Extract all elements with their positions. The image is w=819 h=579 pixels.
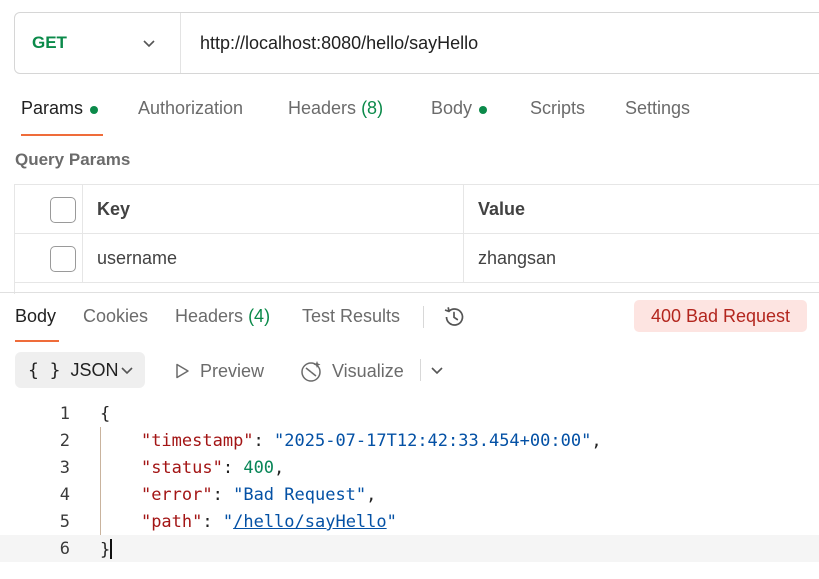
json-quote: " xyxy=(222,512,234,532)
path-link[interactable]: /hello/sayHello xyxy=(233,512,387,532)
visualize-button[interactable]: Visualize xyxy=(299,358,404,384)
tab-headers-label: Headers xyxy=(288,98,357,118)
tab-scripts-label: Scripts xyxy=(530,98,586,118)
json-string-value: "2025-07-17T12:42:33.454+00:00" xyxy=(274,431,592,451)
response-tab-cookies[interactable]: Cookies xyxy=(83,306,148,342)
visualize-label: Visualize xyxy=(332,360,404,381)
request-url-bar: GET xyxy=(14,12,819,74)
json-key: "path" xyxy=(140,512,203,532)
line-number: 6 xyxy=(59,539,70,559)
code-line: 3 "status": 400, xyxy=(0,454,819,481)
param-key: username xyxy=(97,248,178,268)
response-tab-body[interactable]: Body xyxy=(15,306,59,342)
code-text: "timestamp": "2025-07-17T12:42:33.454+00… xyxy=(140,431,602,451)
table-row: username zhangsan xyxy=(15,234,819,283)
code-line: 5 "path": "/hello/sayHello" xyxy=(0,508,819,535)
code-text: "error": "Bad Request", xyxy=(140,485,377,505)
preview-label: Preview xyxy=(200,360,265,381)
method-label: GET xyxy=(32,33,67,52)
tab-authorization[interactable]: Authorization xyxy=(138,98,243,136)
code-text: "status": 400, xyxy=(140,458,285,478)
status-badge: 400 Bad Request xyxy=(634,300,807,332)
body-active-dot xyxy=(479,106,488,114)
param-checkbox[interactable] xyxy=(50,246,76,272)
json-number-value: 400 xyxy=(243,458,275,478)
response-divider[interactable] xyxy=(0,292,819,293)
column-value-header: Value xyxy=(478,199,526,219)
indent-guide xyxy=(100,427,101,535)
query-params-table: Key Value username zhangsan xyxy=(14,184,819,294)
line-number: 1 xyxy=(59,404,70,424)
tab-authorization-label: Authorization xyxy=(138,98,244,118)
toolbar-separator xyxy=(420,359,421,381)
response-body-viewer[interactable]: 1 { 2 "timestamp": "2025-07-17T12:42:33.… xyxy=(0,400,819,579)
select-all-checkbox[interactable] xyxy=(50,197,76,223)
code-line: 4 "error": "Bad Request", xyxy=(0,481,819,508)
tab-settings[interactable]: Settings xyxy=(625,98,690,136)
param-value-cell[interactable]: zhangsan xyxy=(464,234,819,282)
line-number: 5 xyxy=(59,512,70,532)
param-key-cell[interactable]: username xyxy=(83,234,464,282)
json-key: "timestamp" xyxy=(140,431,254,451)
response-headers-count: (4) xyxy=(248,306,271,326)
headers-count: (8) xyxy=(361,98,384,118)
response-tab-body-label: Body xyxy=(15,306,57,326)
query-params-title: Query Params xyxy=(15,150,131,169)
tab-scripts[interactable]: Scripts xyxy=(530,98,585,136)
open-brace: { xyxy=(100,404,111,424)
tab-headers[interactable]: Headers (8) xyxy=(288,98,383,136)
json-key: "error" xyxy=(140,485,213,505)
json-key: "status" xyxy=(140,458,223,478)
column-key-header: Key xyxy=(97,199,131,219)
params-active-dot xyxy=(90,106,99,114)
response-tab-headers[interactable]: Headers (4) xyxy=(175,306,270,342)
chevron-down-icon[interactable] xyxy=(430,363,444,377)
history-icon[interactable] xyxy=(441,304,467,330)
close-brace: } xyxy=(100,540,111,560)
chevron-down-icon xyxy=(143,40,155,48)
line-number: 2 xyxy=(59,431,70,451)
chevron-down-icon xyxy=(121,367,133,375)
text-cursor xyxy=(110,539,113,559)
code-line: 6 } xyxy=(0,535,819,562)
code-text: } xyxy=(100,539,113,560)
code-text: "path": "/hello/sayHello" xyxy=(140,512,397,532)
format-label: JSON xyxy=(70,359,119,380)
format-select[interactable]: { } JSON xyxy=(15,352,145,388)
tab-body[interactable]: Body xyxy=(431,98,488,136)
tab-settings-label: Settings xyxy=(625,98,691,118)
url-input[interactable] xyxy=(181,13,819,73)
method-selector[interactable]: GET xyxy=(15,13,181,73)
json-quote: " xyxy=(386,512,397,532)
request-tabs: Params Authorization Headers (8) Body Sc… xyxy=(0,98,819,136)
tab-params-label: Params xyxy=(21,98,84,118)
preview-button[interactable]: Preview xyxy=(173,358,264,384)
table-header-row: Key Value xyxy=(15,185,819,234)
tab-body-label: Body xyxy=(431,98,473,118)
code-line: 1 { xyxy=(0,400,819,427)
response-tab-test-results[interactable]: Test Results xyxy=(302,306,400,342)
line-number: 3 xyxy=(59,458,70,478)
visualize-icon xyxy=(301,361,321,382)
code-line: 2 "timestamp": "2025-07-17T12:42:33.454+… xyxy=(0,427,819,454)
code-text: { xyxy=(100,404,110,424)
line-number: 4 xyxy=(59,485,70,505)
tab-params[interactable]: Params xyxy=(21,98,103,136)
json-braces-icon: { } xyxy=(28,359,61,381)
response-tab-cookies-label: Cookies xyxy=(83,306,149,326)
response-tab-headers-label: Headers xyxy=(175,306,244,326)
tabs-separator xyxy=(423,306,424,328)
param-value: zhangsan xyxy=(478,248,557,268)
play-icon xyxy=(176,363,189,379)
json-string-value: "Bad Request" xyxy=(233,485,367,505)
response-tab-test-results-label: Test Results xyxy=(302,306,401,326)
